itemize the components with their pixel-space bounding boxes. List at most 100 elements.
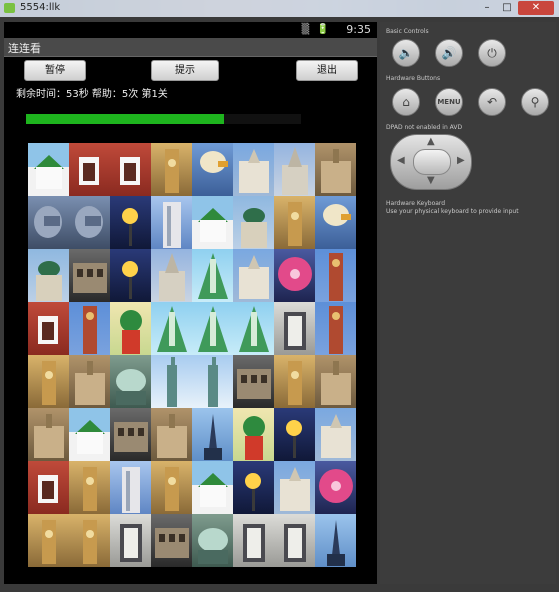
tile-colosseum[interactable] <box>69 249 110 302</box>
tile-lamp-night[interactable] <box>110 196 151 249</box>
menu-button[interactable]: MENU <box>435 88 463 116</box>
dpad-down-icon[interactable]: ▼ <box>427 175 435 186</box>
tile-red-tower-tall[interactable] <box>315 249 356 302</box>
tile-tower-red[interactable] <box>28 461 69 514</box>
tile-ferris-wheel[interactable] <box>274 249 315 302</box>
dpad-control[interactable]: ▲ ▼ ◀ ▶ <box>390 134 472 190</box>
tile-lamp-night[interactable] <box>274 408 315 461</box>
tile-shape <box>198 550 228 564</box>
tile-gothic-window[interactable] <box>233 514 274 567</box>
tile-castle[interactable] <box>315 143 356 196</box>
tile-statue-liberty[interactable] <box>151 355 192 408</box>
tile-green-dome[interactable] <box>233 196 274 249</box>
tile-shape <box>77 432 103 454</box>
tile-house-green[interactable] <box>28 143 69 196</box>
tile-shape <box>333 149 339 163</box>
search-button[interactable]: ⚲ <box>521 88 549 116</box>
tile-clocktower-gold[interactable] <box>28 514 69 567</box>
tile-clocktower-gold[interactable] <box>69 461 110 514</box>
time-progress-fill <box>26 114 224 124</box>
tile-shape <box>86 530 94 538</box>
tile-obelisk[interactable] <box>315 514 356 567</box>
tile-glass-dome[interactable] <box>192 514 233 567</box>
tile-shape <box>291 212 299 220</box>
tile-castle[interactable] <box>69 355 110 408</box>
dpad-right-icon[interactable]: ▶ <box>457 155 465 166</box>
exit-button[interactable]: 退出 <box>296 60 358 81</box>
tile-dragon[interactable] <box>69 196 110 249</box>
tile-clocktower-gold[interactable] <box>151 143 192 196</box>
tile-eagle[interactable] <box>315 196 356 249</box>
tile-lamp-night[interactable] <box>110 249 151 302</box>
tile-shape <box>116 369 146 393</box>
tile-shape <box>44 216 60 226</box>
tile-castle[interactable] <box>151 408 192 461</box>
tile-tower-red[interactable] <box>28 302 69 355</box>
tile-gothic-window[interactable] <box>274 302 315 355</box>
tile-onion-dome[interactable] <box>233 408 274 461</box>
tile-onion-dome[interactable] <box>110 302 151 355</box>
dpad-center[interactable] <box>413 149 451 175</box>
tile-clocktower-gold[interactable] <box>274 196 315 249</box>
tile-house-green[interactable] <box>69 408 110 461</box>
tile-christmas-tree[interactable] <box>192 302 233 355</box>
hint-button[interactable]: 提示 <box>151 60 219 81</box>
emulator-controls-panel: Basic Controls 🔈 🔊 ⏻ Hardware Buttons ⌂ … <box>380 22 556 584</box>
tile-colosseum[interactable] <box>110 408 151 461</box>
tile-shape <box>138 428 144 436</box>
tile-colosseum[interactable] <box>151 514 192 567</box>
tile-red-tower-tall[interactable] <box>315 302 356 355</box>
close-button[interactable]: ✕ <box>518 1 554 15</box>
tile-house-green[interactable] <box>192 196 233 249</box>
tile-tower-red[interactable] <box>110 143 151 196</box>
tile-glass-dome[interactable] <box>110 355 151 408</box>
home-button[interactable]: ⌂ <box>392 88 420 116</box>
tile-skyscraper[interactable] <box>110 461 151 514</box>
tile-clocktower-gold[interactable] <box>151 461 192 514</box>
tile-colosseum[interactable] <box>233 355 274 408</box>
keyboard-label: Hardware Keyboard <box>386 200 446 207</box>
tile-ferris-wheel[interactable] <box>315 461 356 514</box>
tile-shape <box>75 373 105 405</box>
power-button[interactable]: ⏻ <box>478 39 506 67</box>
tile-red-tower-tall[interactable] <box>69 302 110 355</box>
tile-clocktower-gold[interactable] <box>274 355 315 408</box>
volume-up-button[interactable]: 🔊 <box>435 39 463 67</box>
tile-clocktower-gold[interactable] <box>28 355 69 408</box>
tile-cathedral[interactable] <box>315 408 356 461</box>
tile-skyscraper[interactable] <box>151 196 192 249</box>
maximize-button[interactable]: □ <box>498 1 516 15</box>
tile-christmas-tree[interactable] <box>233 302 274 355</box>
minimize-button[interactable]: – <box>478 1 496 15</box>
volume-down-button[interactable]: 🔈 <box>392 39 420 67</box>
tile-clocktower-gold[interactable] <box>69 514 110 567</box>
tile-lamp-night[interactable] <box>233 461 274 514</box>
tile-cathedral[interactable] <box>274 461 315 514</box>
tile-eagle[interactable] <box>192 143 233 196</box>
tile-cathedral[interactable] <box>233 143 274 196</box>
tile-house-green[interactable] <box>192 461 233 514</box>
tile-obelisk[interactable] <box>192 408 233 461</box>
tile-gothic-window[interactable] <box>110 514 151 567</box>
tile-gothic-church[interactable] <box>274 143 315 196</box>
tile-cathedral[interactable] <box>233 249 274 302</box>
tile-statue-liberty[interactable] <box>192 355 233 408</box>
tile-christmas-tree[interactable] <box>192 249 233 302</box>
tile-christmas-tree[interactable] <box>151 302 192 355</box>
tile-castle[interactable] <box>315 355 356 408</box>
tile-shape <box>124 163 136 181</box>
tile-tower-red[interactable] <box>69 143 110 196</box>
tile-shape <box>155 528 189 558</box>
tile-castle[interactable] <box>28 408 69 461</box>
back-button[interactable]: ↶ <box>478 88 506 116</box>
tile-green-dome[interactable] <box>28 249 69 302</box>
tile-gothic-church[interactable] <box>151 249 192 302</box>
dpad-left-icon[interactable]: ◀ <box>397 155 405 166</box>
tile-shape <box>163 202 181 248</box>
dpad-up-icon[interactable]: ▲ <box>427 136 435 147</box>
tile-dragon[interactable] <box>28 196 69 249</box>
tile-shape <box>36 167 62 189</box>
tile-gothic-window[interactable] <box>274 514 315 567</box>
pause-button[interactable]: 暂停 <box>24 60 86 81</box>
tile-shape <box>45 371 53 379</box>
